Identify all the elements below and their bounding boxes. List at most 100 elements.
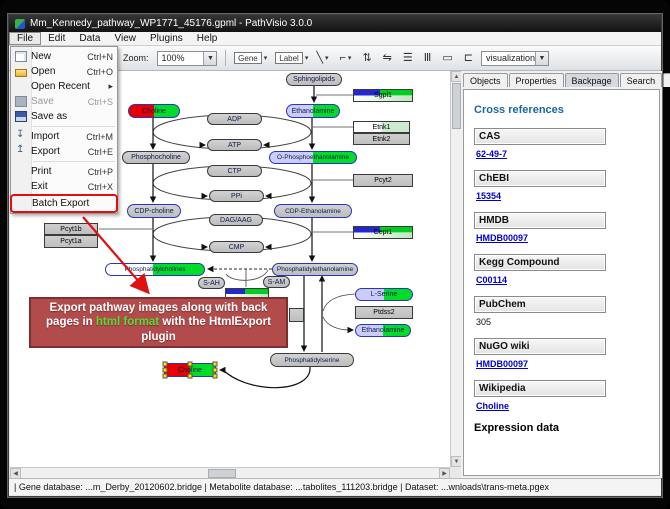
chevron-down-icon[interactable]: ▾ bbox=[264, 54, 268, 62]
xref-source-label: HMDB bbox=[474, 212, 606, 229]
node-cdp-ethanolamine[interactable]: CDP-Ethanolamine bbox=[274, 204, 352, 218]
canvas-vertical-scrollbar[interactable]: ▲ ▼ bbox=[450, 71, 461, 467]
stack-vertical-button[interactable]: ☰ bbox=[403, 53, 413, 64]
node-gene-hidden-2[interactable] bbox=[289, 308, 304, 322]
selection-handle[interactable] bbox=[188, 374, 193, 379]
menu-shortcut: Ctrl+N bbox=[87, 52, 113, 62]
node-pcyt2[interactable]: Pcyt2 bbox=[353, 174, 413, 187]
zoom-select[interactable]: 100% ▼ bbox=[157, 51, 218, 66]
menubar-item-help[interactable]: Help bbox=[190, 32, 225, 45]
tab-backpage[interactable]: Backpage bbox=[565, 73, 619, 87]
node-ethanolamine-bottom[interactable]: Ethanolamine bbox=[355, 324, 411, 337]
node-atp[interactable]: ATP bbox=[207, 139, 262, 151]
menu-item-batch-export[interactable]: Batch Export bbox=[12, 196, 116, 211]
node-adp[interactable]: ADP bbox=[207, 113, 262, 125]
xref-section-hmdb: HMDB HMDB00097 bbox=[474, 212, 649, 243]
page-setup-button[interactable]: ⊏ bbox=[464, 53, 473, 64]
menu-shortcut: Ctrl+X bbox=[88, 182, 113, 192]
tab-search[interactable]: Search bbox=[620, 73, 663, 87]
menu-item-save-as[interactable]: Save as bbox=[11, 109, 117, 124]
node-etnk1[interactable]: Etnk1 bbox=[353, 121, 410, 133]
node-pcyt1b[interactable]: Pcyt1b bbox=[44, 223, 98, 235]
selection-handle[interactable] bbox=[213, 368, 218, 373]
chevron-down-icon[interactable]: ▼ bbox=[203, 52, 216, 65]
side-panel: ObjectsPropertiesBackpageSearchLegend Cr… bbox=[461, 71, 662, 478]
visualization-select[interactable]: visualization ▼ bbox=[481, 51, 549, 66]
menubar-item-plugins[interactable]: Plugins bbox=[143, 32, 190, 45]
xref-list: CAS62-49-7ChEBI15354HMDBHMDB00097Kegg Co… bbox=[474, 128, 649, 411]
node-ctp[interactable]: CTP bbox=[207, 165, 262, 177]
menubar-item-view[interactable]: View bbox=[107, 32, 143, 45]
xref-link[interactable]: HMDB00097 bbox=[476, 233, 649, 243]
toolbar-separator bbox=[225, 50, 226, 66]
tab-properties[interactable]: Properties bbox=[509, 73, 564, 87]
align-vertical-center-button[interactable]: ⇅ bbox=[362, 53, 371, 64]
xref-source-label: Kegg Compound bbox=[474, 254, 606, 271]
canvas-horizontal-scrollbar[interactable]: ◀ ▶ bbox=[10, 467, 450, 478]
common-size-button[interactable]: ▭ bbox=[442, 53, 452, 64]
connector-tool-button[interactable]: ⌐▾ bbox=[339, 53, 351, 64]
node-choline-bottom[interactable]: Choline bbox=[164, 363, 216, 377]
selection-handle[interactable] bbox=[188, 362, 193, 367]
menu-item-save[interactable]: SaveCtrl+S bbox=[11, 94, 117, 109]
menubar-item-data[interactable]: Data bbox=[72, 32, 107, 45]
node-sphingolipids[interactable]: Sphingolipids bbox=[286, 73, 342, 86]
xref-link[interactable]: Choline bbox=[476, 401, 649, 411]
xref-link[interactable]: 62-49-7 bbox=[476, 149, 649, 159]
node-s-ah[interactable]: S-AH bbox=[198, 277, 225, 289]
menu-item-export[interactable]: ExportCtrl+E bbox=[11, 144, 117, 159]
selection-handle[interactable] bbox=[163, 368, 168, 373]
node-l-serine[interactable]: L-Serine bbox=[355, 288, 413, 301]
menu-item-exit[interactable]: ExitCtrl+X bbox=[11, 179, 117, 194]
selection-handle[interactable] bbox=[213, 362, 218, 367]
node-dag-aag[interactable]: DAG/AAG bbox=[209, 214, 263, 226]
node-s-am[interactable]: S-AM bbox=[263, 276, 290, 288]
vertical-scroll-thumb[interactable] bbox=[452, 83, 461, 129]
node-ppi[interactable]: PPi bbox=[209, 190, 264, 202]
selection-handle[interactable] bbox=[213, 374, 218, 379]
menu-shortcut: Ctrl+O bbox=[87, 67, 113, 77]
align-horizontal-center-button[interactable]: ⇋ bbox=[383, 53, 392, 64]
menubar-item-edit[interactable]: Edit bbox=[41, 32, 72, 45]
node-phosphocholine[interactable]: Phosphocholine bbox=[122, 151, 190, 164]
node-cmp[interactable]: CMP bbox=[209, 241, 264, 253]
visualization-value: visualization bbox=[486, 53, 535, 63]
xref-link[interactable]: HMDB00097 bbox=[476, 359, 649, 369]
node-pcyt1a[interactable]: Pcyt1a bbox=[44, 235, 98, 248]
xref-link[interactable]: 15354 bbox=[476, 191, 649, 201]
node-cdp-choline[interactable]: CDP-choline bbox=[127, 204, 181, 218]
line-tool-button[interactable]: ╲▾ bbox=[316, 53, 328, 64]
selection-handle[interactable] bbox=[163, 374, 168, 379]
menubar-item-file[interactable]: File bbox=[9, 32, 41, 45]
menu-separator bbox=[33, 126, 115, 127]
chevron-down-icon[interactable]: ▾ bbox=[305, 54, 309, 62]
stack-horizontal-button[interactable]: Ⅲ bbox=[424, 53, 432, 64]
menu-item-print[interactable]: PrintCtrl+P bbox=[11, 164, 117, 179]
menu-item-new[interactable]: NewCtrl+N bbox=[11, 49, 117, 64]
callout-text: with the HtmlExport plugin bbox=[141, 316, 271, 342]
add-gene-button[interactable]: Gene▾ bbox=[234, 52, 267, 64]
node-o-phosphoethanolamine[interactable]: O-Phosphoethanolamine bbox=[269, 151, 357, 164]
node-ethanolamine-top[interactable]: Ethanolamine bbox=[286, 104, 340, 118]
chevron-down-icon[interactable]: ▼ bbox=[535, 52, 548, 65]
menu-item-import[interactable]: ImportCtrl+M bbox=[11, 129, 117, 144]
node-phosphatidylethanolamine[interactable]: Phosphatidylethanolamine bbox=[272, 263, 358, 276]
chevron-down-icon[interactable]: ▾ bbox=[325, 53, 329, 64]
node-ptdss2[interactable]: Ptdss2 bbox=[355, 306, 413, 319]
menu-item-open[interactable]: OpenCtrl+O bbox=[11, 64, 117, 79]
xref-link[interactable]: C00114 bbox=[476, 275, 649, 285]
menu-item-open-recent[interactable]: Open Recent▸ bbox=[11, 79, 117, 94]
node-phosphatidylserine[interactable]: Phosphatidylserine bbox=[270, 353, 354, 367]
chevron-down-icon[interactable]: ▾ bbox=[348, 53, 352, 64]
window-title: Mm_Kennedy_pathway_WP1771_45176.gpml - P… bbox=[30, 18, 312, 29]
add-label-button[interactable]: Label▾ bbox=[275, 52, 308, 64]
node-etnk2[interactable]: Etnk2 bbox=[353, 133, 410, 145]
horizontal-scroll-thumb[interactable] bbox=[208, 469, 236, 478]
selection-handle[interactable] bbox=[163, 362, 168, 367]
tab-objects[interactable]: Objects bbox=[463, 73, 508, 87]
node-phosphatidylcholines[interactable]: Phosphatidylcholines bbox=[105, 263, 205, 276]
tab-legend[interactable]: Legend bbox=[663, 73, 670, 87]
node-sgpl1[interactable]: Sgpl1 bbox=[353, 89, 413, 102]
node-choline-top[interactable]: Choline bbox=[128, 104, 180, 118]
node-cept1[interactable]: Cept1 bbox=[353, 226, 413, 239]
